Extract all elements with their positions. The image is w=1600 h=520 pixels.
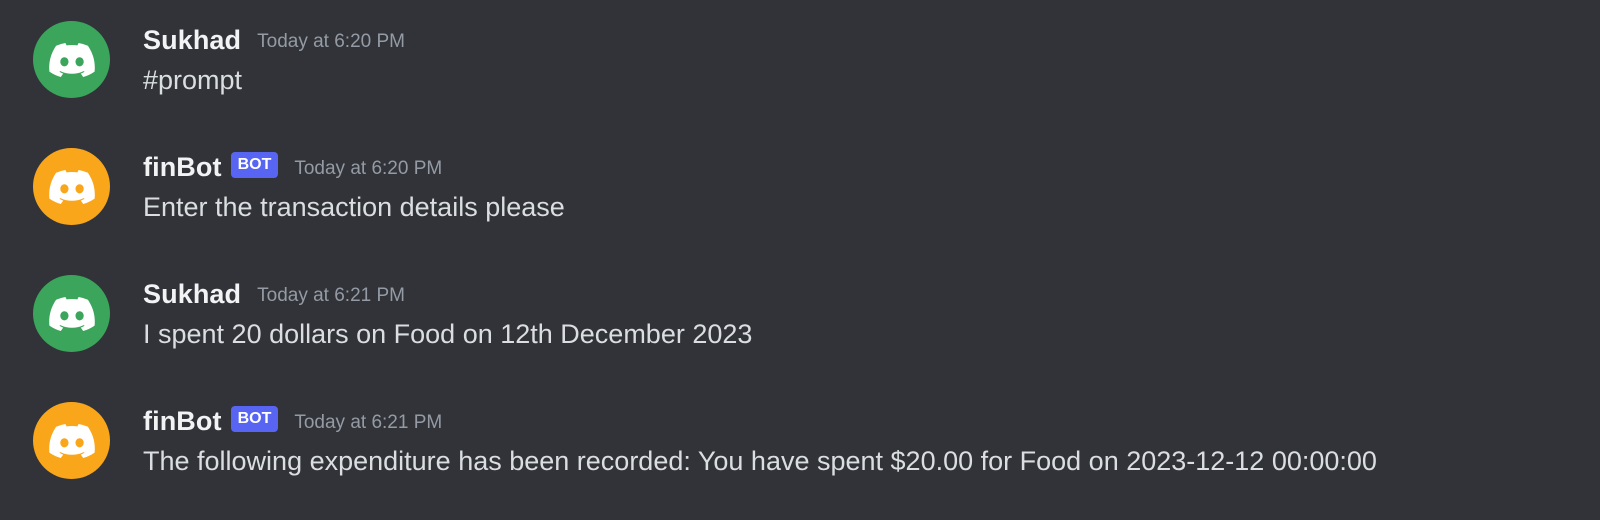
username[interactable]: finBot: [143, 152, 222, 183]
chat-message: Sukhad Today at 6:20 PM #prompt: [0, 18, 1600, 145]
username[interactable]: Sukhad: [143, 279, 241, 310]
avatar[interactable]: [33, 148, 110, 225]
avatar[interactable]: [33, 275, 110, 352]
bot-badge: BOT: [230, 406, 279, 432]
chat-message-list: Sukhad Today at 6:20 PM #prompt finBot B…: [0, 0, 1600, 520]
timestamp: Today at 6:20 PM: [257, 31, 405, 52]
message-header: Sukhad Today at 6:20 PM: [143, 18, 1600, 60]
bot-badge: BOT: [230, 152, 279, 178]
avatar[interactable]: [33, 21, 110, 98]
message-header: finBot BOT Today at 6:21 PM: [143, 399, 1600, 441]
chat-message: Sukhad Today at 6:21 PM I spent 20 dolla…: [0, 272, 1600, 399]
username[interactable]: Sukhad: [143, 25, 241, 56]
message-content: #prompt: [143, 65, 243, 95]
username[interactable]: finBot: [143, 406, 222, 437]
timestamp: Today at 6:21 PM: [294, 412, 443, 433]
chat-message: finBot BOT Today at 6:21 PM The followin…: [0, 399, 1600, 520]
message-header: Sukhad Today at 6:21 PM: [143, 272, 1600, 314]
discord-logo-icon: [48, 42, 95, 77]
message-content: Enter the transaction details please: [143, 192, 565, 222]
discord-logo-icon: [48, 169, 95, 204]
message-header: finBot BOT Today at 6:20 PM: [143, 145, 1600, 187]
timestamp: Today at 6:21 PM: [257, 285, 405, 306]
message-content: The following expenditure has been recor…: [143, 446, 1377, 476]
avatar[interactable]: [33, 402, 110, 479]
discord-logo-icon: [48, 423, 95, 458]
message-content: I spent 20 dollars on Food on 12th Decem…: [143, 319, 753, 349]
chat-message: finBot BOT Today at 6:20 PM Enter the tr…: [0, 145, 1600, 272]
timestamp: Today at 6:20 PM: [294, 158, 443, 179]
discord-logo-icon: [48, 296, 95, 331]
